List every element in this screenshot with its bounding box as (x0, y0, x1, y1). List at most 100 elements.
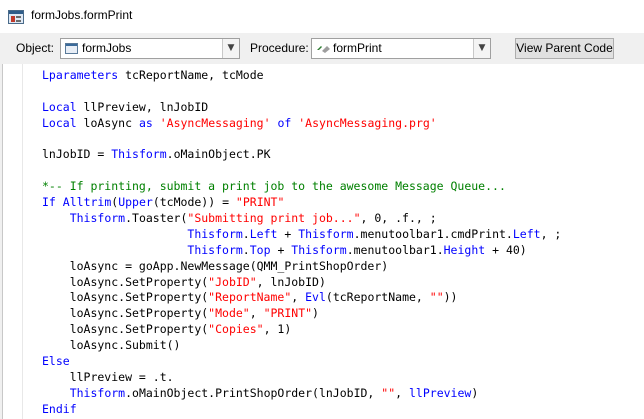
code-string: "Copies" (208, 322, 264, 337)
code-text: (tcMode)) = (152, 195, 236, 210)
title-bar: formJobs.formPrint (0, 0, 644, 33)
object-combo[interactable]: formJobs ▼ (60, 38, 240, 59)
code-keyword: Thisform (111, 147, 167, 162)
code-text: , (291, 290, 306, 305)
source-code[interactable]: Lparameters tcReportName, tcMode Local l… (42, 68, 561, 418)
code-keyword: Left (512, 226, 541, 241)
code-string: "ReportName" (208, 290, 292, 305)
code-keyword: Local (42, 99, 77, 114)
code-keyword: Local (42, 115, 77, 130)
code-line: Endif (42, 402, 561, 418)
code-text: , lnJobID) (256, 274, 326, 289)
code-keyword: Evl (305, 290, 326, 305)
code-line: loAsync.SetProperty("Mode", "PRINT") (42, 306, 561, 322)
method-icon (317, 46, 330, 53)
code-text: . (242, 242, 250, 257)
code-string: "Mode" (208, 306, 250, 321)
code-text: llPreview = .t. (42, 369, 174, 384)
code-keyword: Lparameters (42, 68, 119, 82)
code-text: loAsync.SetProperty( (42, 306, 209, 321)
code-text: , (395, 385, 409, 400)
code-text: (tcReportName, (325, 290, 430, 305)
code-keyword: If (42, 195, 56, 210)
code-line: loAsync.SetProperty("Copies", 1) (42, 322, 561, 338)
code-toolbar: Object: formJobs ▼ Procedure: formPrint … (0, 33, 644, 63)
code-line: Local llPreview, lnJobID (42, 100, 561, 116)
code-string: "" (429, 290, 444, 305)
code-line: llPreview = .t. (42, 370, 561, 386)
code-keyword: of (277, 115, 292, 130)
code-text: lnJobID = (42, 147, 112, 162)
code-keyword: Thisform (187, 226, 243, 241)
procedure-label: Procedure: (250, 41, 309, 55)
code-line: loAsync = goApp.NewMessage(QMM_PrintShop… (42, 259, 561, 275)
code-text: llPreview, lnJobID (76, 99, 209, 114)
code-text: .oMainObject.PrintShopOrder(lnJobID, (125, 385, 382, 400)
code-keyword: Thisform (187, 242, 243, 257)
object-combo-value: formJobs (82, 41, 132, 55)
code-string: "JobID" (208, 274, 257, 289)
code-line: *-- If printing, submit a print job to t… (42, 179, 561, 195)
code-line: Else (42, 354, 561, 370)
code-text: loAsync.Submit() (42, 338, 181, 353)
code-text: loAsync (76, 115, 139, 130)
code-text: loAsync.SetProperty( (42, 322, 209, 337)
view-parent-code-button[interactable]: View Parent Code (515, 38, 614, 59)
code-line: Thisform.oMainObject.PrintShopOrder(lnJo… (42, 386, 561, 402)
code-text: tcReportName, tcMode (118, 68, 264, 82)
code-text: .menutoolbar1. (346, 242, 444, 257)
form-icon (65, 43, 78, 54)
code-string: 'AsyncMessaging.prg' (298, 115, 437, 130)
code-text: , ; (540, 226, 562, 241)
code-text: ) (471, 385, 479, 400)
code-line: lnJobID = Thisform.oMainObject.PK (42, 147, 561, 163)
code-string: "PRINT" (235, 195, 285, 210)
procedure-combo[interactable]: formPrint ▼ (311, 38, 491, 59)
chevron-down-icon[interactable]: ▼ (473, 39, 490, 58)
chevron-down-icon[interactable]: ▼ (222, 39, 239, 58)
code-text: .Toaster( (125, 211, 188, 226)
code-keyword: Else (42, 354, 70, 369)
procedure-combo-value: formPrint (333, 41, 382, 55)
code-text: loAsync.SetProperty( (42, 290, 209, 305)
code-text: )) (443, 290, 458, 305)
code-text: .menutoolbar1.cmdPrint. (353, 226, 513, 241)
code-line: Thisform.Left + Thisform.menutoolbar1.cm… (42, 227, 561, 243)
code-text-area[interactable]: Lparameters tcReportName, tcMode Local l… (2, 64, 644, 419)
code-line: loAsync.SetProperty("ReportName", Evl(tc… (42, 290, 561, 306)
code-editor: Lparameters tcReportName, tcMode Local l… (0, 63, 644, 419)
code-keyword: Thisform (298, 226, 354, 241)
form-window-icon (8, 10, 24, 24)
window-title: formJobs.formPrint (31, 8, 133, 22)
code-line: loAsync.SetProperty("JobID", lnJobID) (42, 275, 561, 291)
code-string: "PRINT" (263, 306, 313, 321)
code-line: Thisform.Toaster("Submitting print job..… (42, 211, 561, 227)
code-keyword: Left (249, 226, 278, 241)
code-keyword: Height (443, 242, 486, 257)
code-string: "Submitting print job..." (187, 211, 361, 226)
code-text: loAsync = goApp.NewMessage(QMM_PrintShop… (42, 258, 389, 273)
code-text: , 1) (263, 322, 292, 337)
code-line: loAsync.Submit() (42, 338, 561, 354)
code-text: .oMainObject.PK (166, 147, 271, 162)
code-keyword: Top (249, 242, 271, 257)
code-keyword: Thisform (69, 385, 126, 400)
code-text: + 40) (485, 242, 527, 257)
code-keyword: Thisform (69, 211, 126, 226)
code-text: loAsync.SetProperty( (42, 274, 209, 289)
code-keyword: Endif (42, 401, 77, 416)
code-comment: *-- If printing, submit a print job to t… (42, 179, 506, 194)
code-text: + (277, 226, 299, 241)
code-text: + (270, 242, 292, 257)
editor-gutter (3, 64, 23, 419)
code-line: Thisform.Top + Thisform.menutoolbar1.Hei… (42, 243, 561, 259)
code-text: , (249, 306, 264, 321)
code-text: , 0, .f., ; (360, 211, 437, 226)
